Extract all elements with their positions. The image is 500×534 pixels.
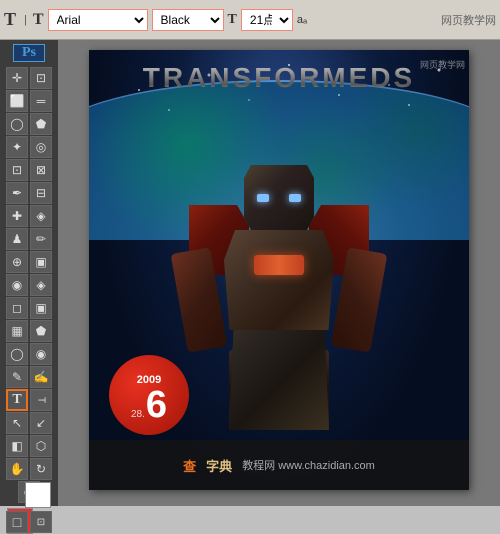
healing-tool[interactable]: ✚ (6, 205, 28, 227)
tool-row-14: ✎ ✍ (6, 366, 52, 388)
artboard-tool[interactable]: ⊡ (30, 67, 52, 89)
move-tool[interactable]: ✛ (6, 67, 28, 89)
tool-row-5: ⊡ ⊠ (6, 159, 52, 181)
robot-figure (149, 130, 409, 430)
antialiasing-label: aₐ (297, 14, 307, 26)
quick-select[interactable]: ◎ (30, 136, 52, 158)
tool-row-18: ✋ ↻ (6, 458, 52, 480)
eraser-tool[interactable]: ◻ (6, 297, 28, 319)
tool-row-9: ⊕ ▣ (6, 251, 52, 273)
vertical-text[interactable]: T (30, 389, 52, 411)
tool-row-4: ✦ ◎ (6, 136, 52, 158)
tool-row-2: ⬜ ═ (6, 90, 52, 112)
tool-row-7: ✚ ◈ (6, 205, 52, 227)
standard-mode[interactable]: □ (6, 511, 28, 533)
pen-tool[interactable]: ✎ (6, 366, 28, 388)
magic-wand[interactable]: ✦ (6, 136, 28, 158)
tool-row-8: ♟ ✏ (6, 228, 52, 250)
font-type-icon: T (33, 11, 44, 29)
tool-row-12: ▦ ⬟ (6, 320, 52, 342)
robot-eye-right (289, 194, 301, 202)
gradient-tool[interactable]: ▦ (6, 320, 28, 342)
tool-row-1: ✛ ⊡ (6, 67, 52, 89)
tool-row-11: ◻ ▣ (6, 297, 52, 319)
badge-sub: 28. (131, 409, 145, 420)
font-family-select[interactable]: Arial (48, 9, 148, 31)
path-selection[interactable]: ↖ (6, 412, 28, 434)
left-toolbar: Ps ✛ ⊡ ⬜ ═ ◯ ⬟ ✦ ◎ ⊡ ⊠ ✒ ⊟ ✚ ◈ ♟ (0, 40, 58, 506)
photoshop-canvas: TRANSFORMEDS 2009 28. 6 查 字典 教程网 www.cha… (89, 50, 469, 490)
slice-tool[interactable]: ⊠ (30, 159, 52, 181)
badge-number-group: 28. 6 (131, 386, 167, 424)
site-domain: 教程网 www.chazidian.com (242, 457, 375, 473)
crop-tool[interactable]: ⊡ (6, 159, 28, 181)
quick-mask[interactable]: ⊡ (30, 511, 52, 533)
polygon-lasso[interactable]: ⬟ (30, 113, 52, 135)
main-area: Ps ✛ ⊡ ⬜ ═ ◯ ⬟ ✦ ◎ ⊡ ⊠ ✒ ⊟ ✚ ◈ ♟ (0, 40, 500, 506)
robot-chest-detail (254, 255, 304, 275)
tool-row-13: ◯ ◉ (6, 343, 52, 365)
lasso-tool[interactable]: ◯ (6, 113, 28, 135)
rotate-view[interactable]: ↻ (30, 458, 52, 480)
clone-stamp[interactable]: ⊕ (6, 251, 28, 273)
patch-tool[interactable]: ◈ (30, 205, 52, 227)
eyedropper-tool[interactable]: ✒ (6, 182, 28, 204)
paint-bucket[interactable]: ⬟ (30, 320, 52, 342)
canvas-title: TRANSFORMEDS (89, 62, 469, 94)
freeform-pen[interactable]: ✍ (30, 366, 52, 388)
ruler-tool[interactable]: ⊟ (30, 182, 52, 204)
history-brush[interactable]: ◉ (6, 274, 28, 296)
font-style-select[interactable]: Black (152, 9, 224, 31)
canvas-area: TRANSFORMEDS 2009 28. 6 查 字典 教程网 www.cha… (58, 40, 500, 506)
hand-tool[interactable]: ✋ (6, 458, 28, 480)
pattern-stamp[interactable]: ▣ (30, 251, 52, 273)
background-color[interactable] (25, 482, 51, 508)
tool-row-6: ✒ ⊟ (6, 182, 52, 204)
bg-eraser[interactable]: ▣ (30, 297, 52, 319)
robot-chest (224, 230, 334, 330)
text-tool-icon: T (4, 9, 16, 30)
toolbar: T | T Arial Black T 21点 aₐ 网页教学网 (0, 0, 500, 40)
tool-row-3: ◯ ⬟ (6, 113, 52, 135)
watermark-label: 网页教学网 (441, 12, 496, 28)
badge-number: 6 (146, 386, 167, 424)
shape-tool[interactable]: ◧ (6, 435, 28, 457)
direct-selection[interactable]: ↙ (30, 412, 52, 434)
dodge-tool[interactable]: ◯ (6, 343, 28, 365)
brush-tool[interactable]: ♟ (6, 228, 28, 250)
tool-row-10: ◉ ◈ (6, 274, 52, 296)
site-logo: 查 (183, 456, 196, 475)
size-icon: T (228, 12, 237, 28)
ps-logo: Ps (13, 44, 45, 62)
art-history[interactable]: ◈ (30, 274, 52, 296)
marquee-tool[interactable]: ⬜ (6, 90, 28, 112)
font-size-select[interactable]: 21点 (241, 9, 293, 31)
badge: 2009 28. 6 (109, 355, 189, 435)
tool-row-16: ↖ ↙ (6, 412, 52, 434)
toolbar-sep1: | (24, 14, 27, 26)
single-row-tool[interactable]: ═ (30, 90, 52, 112)
robot-head (244, 165, 314, 230)
tool-row-15: T T (6, 389, 52, 411)
burn-tool[interactable]: ◉ (30, 343, 52, 365)
custom-shape[interactable]: ⬡ (30, 435, 52, 457)
watermark: 网页教学网 (420, 58, 465, 71)
robot-eye-left (257, 194, 269, 202)
bottom-bar: 查 字典 教程网 www.chazidian.com (89, 440, 469, 490)
site-name: 字典 (206, 456, 232, 475)
pencil-tool[interactable]: ✏ (30, 228, 52, 250)
tool-row-17: ◧ ⬡ (6, 435, 52, 457)
text-tool[interactable]: T (6, 389, 28, 411)
